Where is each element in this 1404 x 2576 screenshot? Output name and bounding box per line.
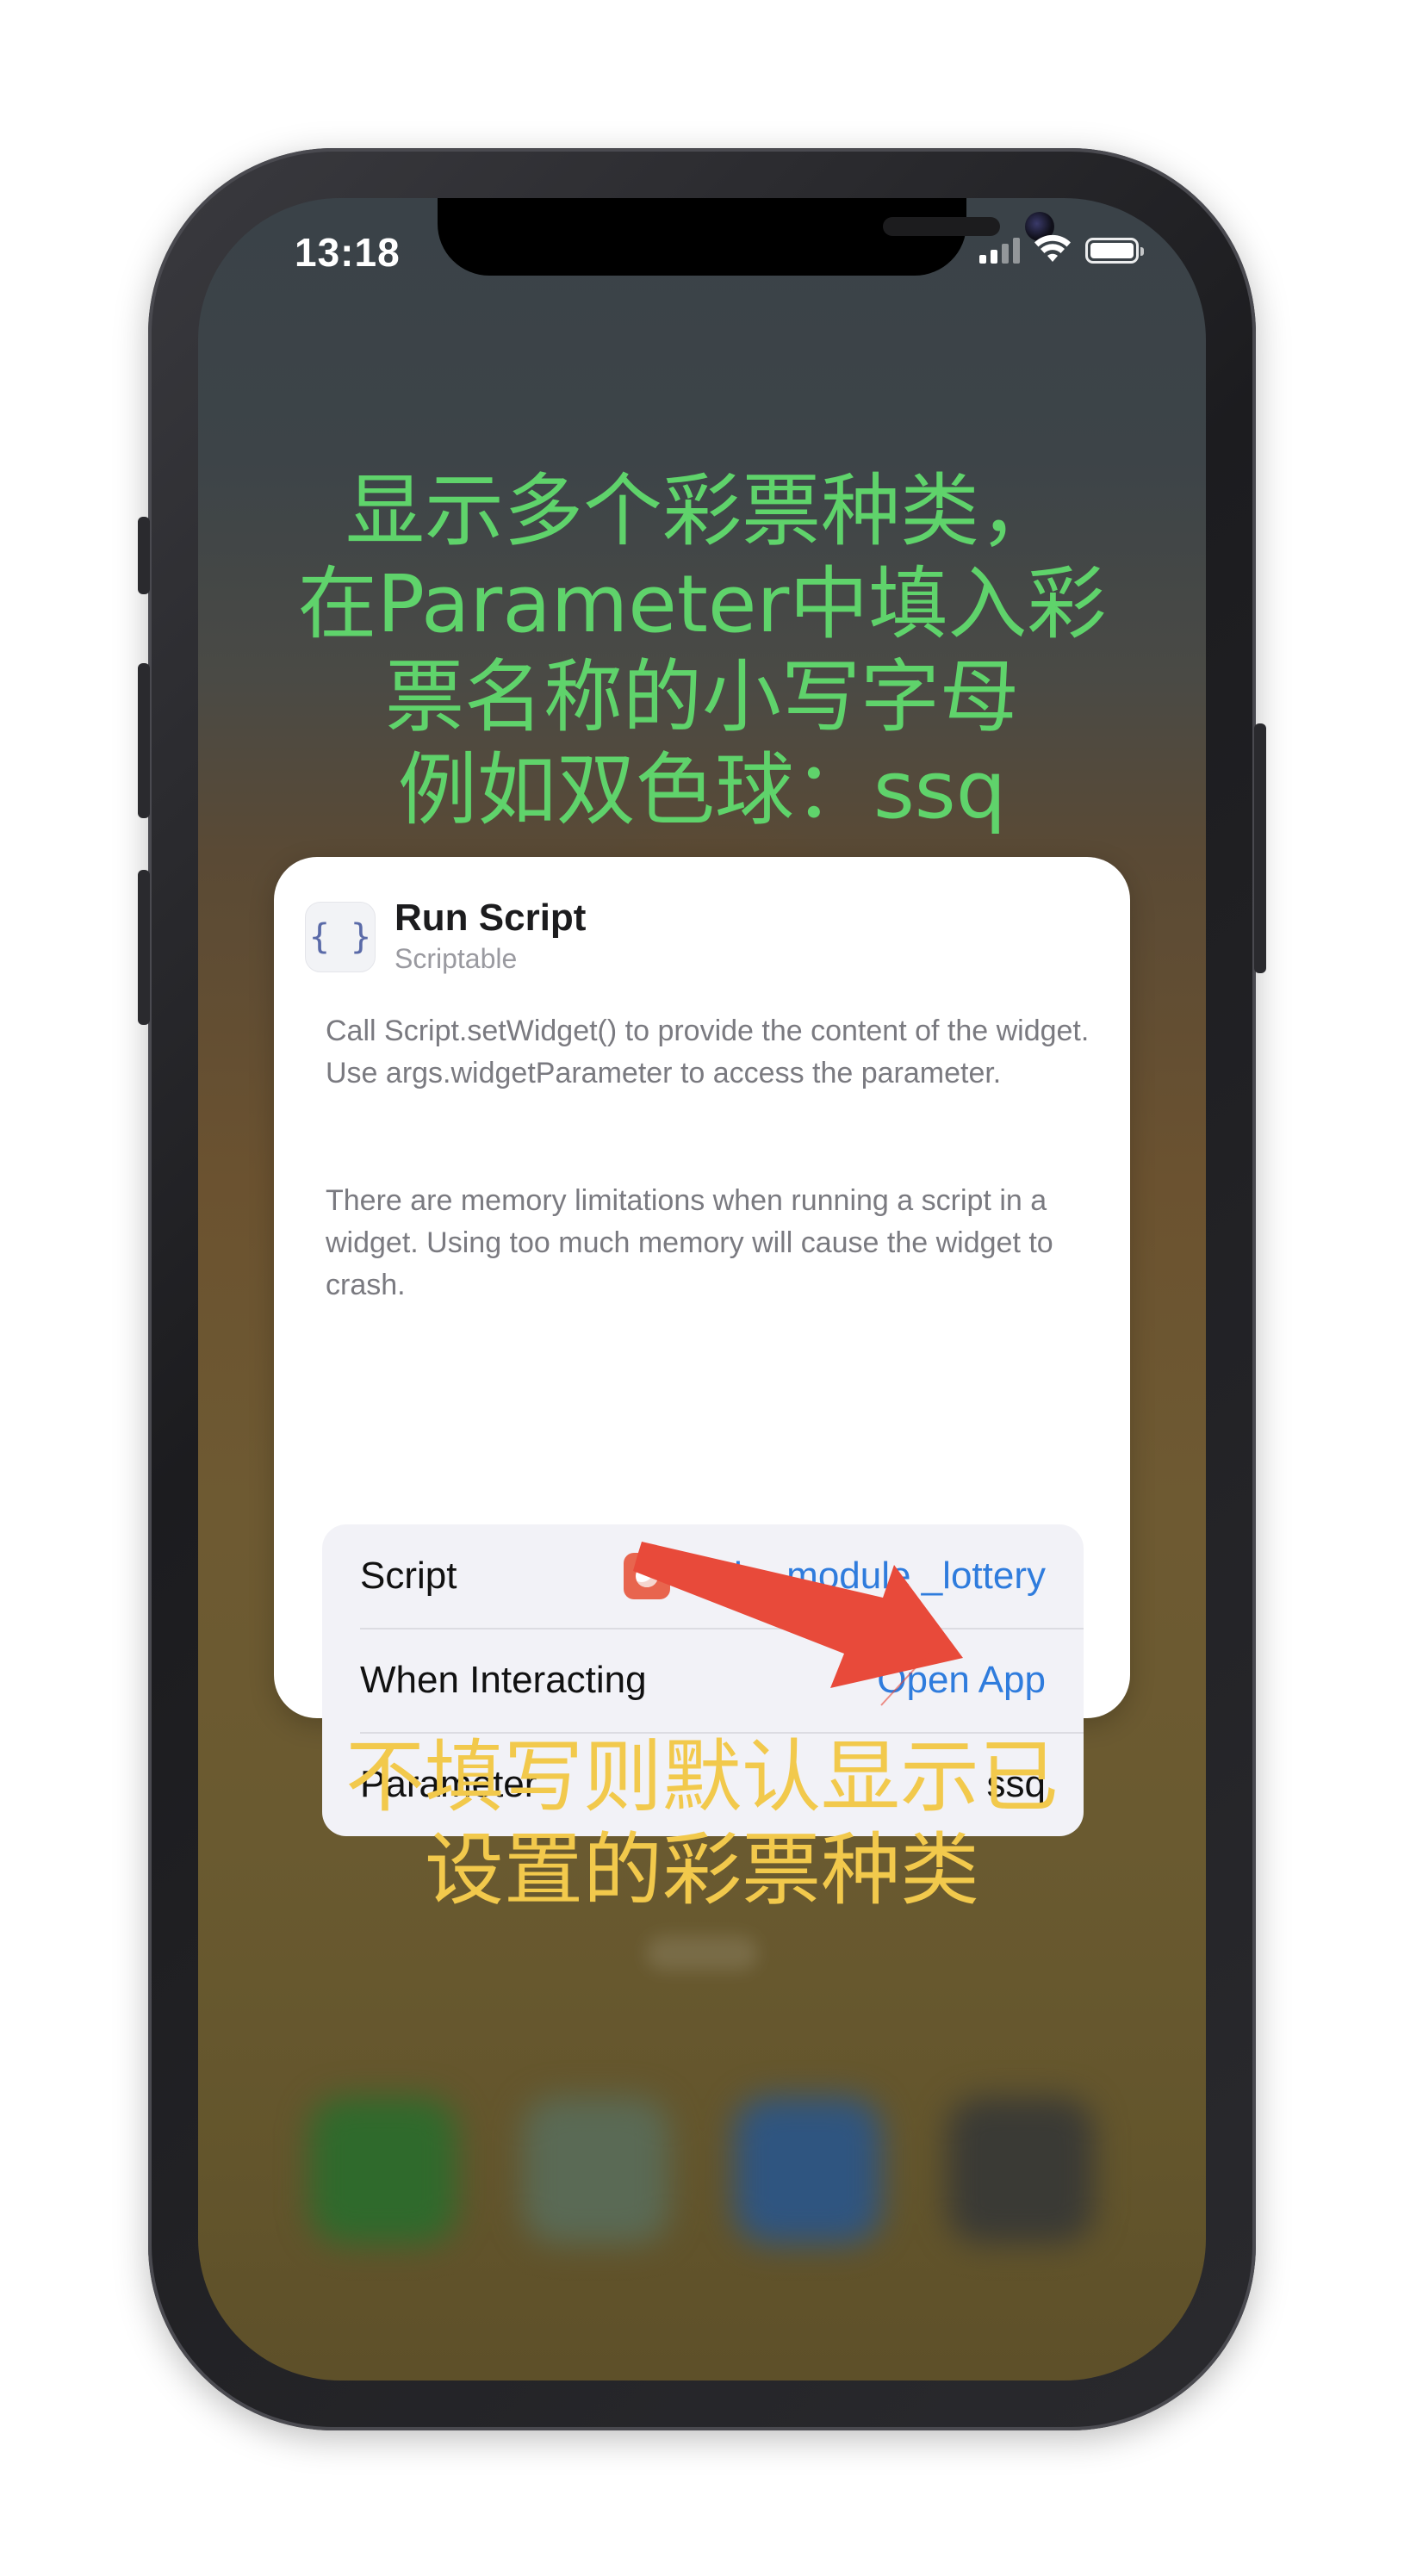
power-button — [1254, 723, 1266, 973]
camera-app-icon — [947, 2097, 1094, 2244]
caption-top-line: 例如双色球：ssq — [397, 744, 1007, 836]
caption-top: 显示多个彩票种类， 在Parameter中填入彩 票名称的小写字母 例如双色球：… — [198, 465, 1206, 837]
phone-screen: 13:18 显示多个彩票种类， 在Parameter中填入彩 票名称的小写字母 … — [198, 198, 1206, 2380]
dock — [310, 2084, 1094, 2256]
caption-top-line: 显示多个彩票种类， — [345, 465, 1059, 557]
volume-up-button — [138, 663, 150, 818]
caption-top-line: 在Parameter中填入彩 — [297, 558, 1107, 650]
action-button — [138, 517, 150, 594]
script-name: web_ module _lottery — [685, 1555, 1046, 1597]
safari-app-icon — [522, 2097, 669, 2244]
cellular-signal-icon — [979, 236, 1020, 264]
script-row[interactable]: Script web_ module _lottery — [322, 1524, 1084, 1628]
phone-app-icon — [310, 2097, 457, 2244]
run-script-card: { } Run Script Scriptable Call Script.se… — [274, 857, 1130, 1836]
when-interacting-value[interactable]: Open App — [877, 1659, 1046, 1702]
card-subtitle: Scriptable — [394, 943, 518, 974]
wifi-icon — [1034, 234, 1071, 262]
volume-down-button — [138, 870, 150, 1025]
lottery-script-icon — [623, 1553, 670, 1599]
when-interacting-label: When Interacting — [360, 1659, 647, 1701]
caption-bottom-line: 不填写则默认显示已 — [345, 1731, 1059, 1823]
battery-icon — [1085, 238, 1144, 264]
script-value[interactable]: web_ module _lottery — [623, 1553, 1046, 1599]
scriptable-app-icon: { } — [305, 902, 376, 972]
messages-app-icon — [735, 2097, 882, 2244]
card-title: Run Script — [394, 897, 587, 939]
card-description-usage: Call Script.setWidget() to provide the c… — [326, 1015, 1090, 1089]
caption-bottom-line: 设置的彩票种类 — [424, 1824, 979, 1916]
card-description-memory: There are memory limitations when runnin… — [326, 1184, 1053, 1301]
notch — [438, 198, 1054, 276]
earpiece-speaker — [883, 217, 1000, 236]
caption-top-line: 票名称的小写字母 — [384, 651, 1019, 743]
status-icons — [979, 234, 1144, 264]
when-interacting-row[interactable]: When Interacting Open App — [322, 1629, 1084, 1732]
script-label: Script — [360, 1555, 457, 1597]
caption-bottom: 不填写则默认显示已 设置的彩票种类 — [198, 1731, 1206, 1917]
status-time: 13:18 — [295, 230, 401, 275]
page-indicator — [646, 1936, 758, 1971]
